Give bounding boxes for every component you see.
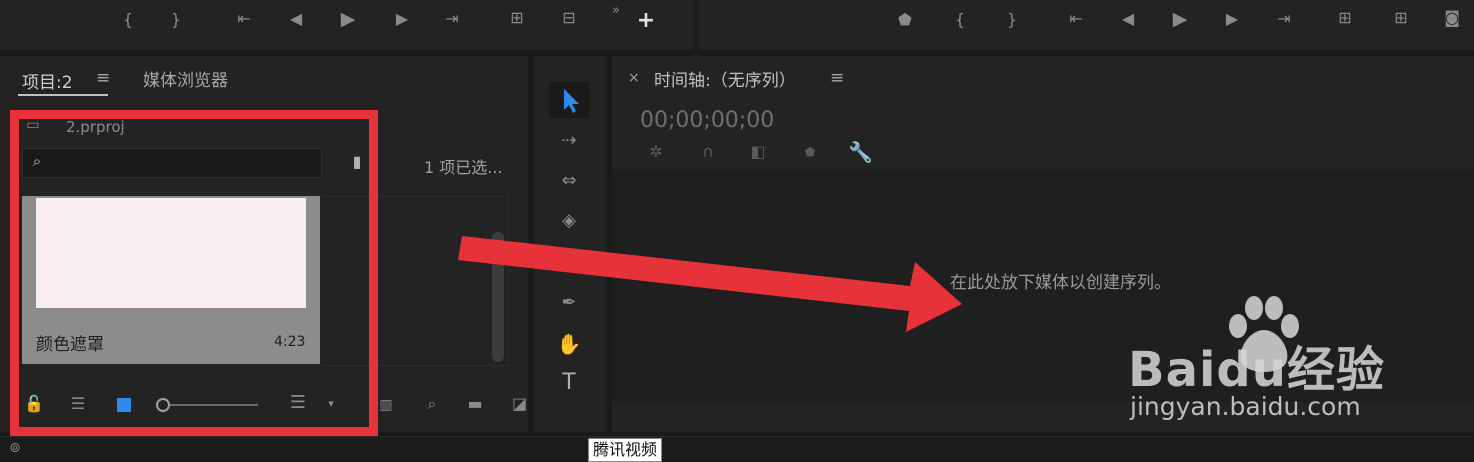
annotation-arrow [0, 0, 1474, 459]
tooltip: 腾讯视频 [588, 438, 663, 462]
creative-cloud-icon[interactable]: ⊚ [6, 441, 24, 455]
status-bar: ⊚ [0, 436, 1474, 460]
